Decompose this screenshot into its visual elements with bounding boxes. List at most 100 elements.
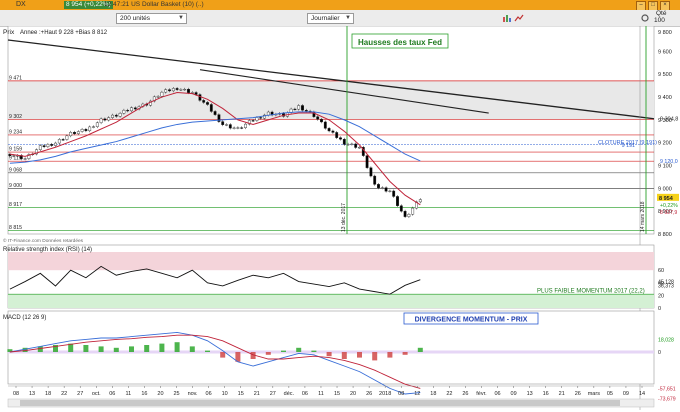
candle-up <box>99 118 103 123</box>
level-label: 9 068 <box>9 167 22 173</box>
candle-down <box>240 127 244 129</box>
settings-icon[interactable] <box>640 13 650 23</box>
candle-up <box>69 132 73 137</box>
candle-down <box>365 155 369 168</box>
candle-up <box>38 145 42 150</box>
chart-area[interactable]: 9 471 9 302 9 234 9 159 9 119 9 068 9 000 8 917… <box>0 25 680 410</box>
x-tick-label: mars <box>588 391 600 397</box>
indicators-icon[interactable] <box>502 13 512 23</box>
candle-down <box>198 94 202 101</box>
candle-down <box>377 184 380 189</box>
candle-up <box>65 135 69 140</box>
x-tick-label: 20 <box>157 391 163 397</box>
candle-down <box>339 137 342 140</box>
x-tick-label: 08 <box>13 391 19 397</box>
candle-down <box>396 196 399 206</box>
candle-down <box>293 108 297 111</box>
x-tick-label: 11 <box>318 391 324 397</box>
candle-up <box>130 107 133 112</box>
macd-right-label: -73,679 <box>658 397 676 403</box>
candle-down <box>133 107 137 110</box>
macd-histogram-bar <box>220 352 226 358</box>
candle-up <box>183 88 187 91</box>
macd-histogram-bar <box>189 346 195 352</box>
qty-label: Qté <box>656 10 667 17</box>
y-tick-label: 9 200 <box>658 141 672 147</box>
candle-down <box>369 167 373 177</box>
x-tick-label: 09 <box>623 391 629 397</box>
instrument-title: 12:47:21 US Dollar Basket (10) (..) <box>104 1 204 8</box>
candle-up <box>88 126 92 132</box>
candle-up <box>255 117 259 121</box>
x-tick-label: 22 <box>61 391 67 397</box>
level-label: 9 119 <box>9 156 22 162</box>
macd-histogram-bar <box>113 347 119 352</box>
macd-histogram-bar <box>341 352 347 359</box>
x-tick-label: déc. <box>284 391 295 397</box>
candle-down <box>206 102 209 105</box>
x-tick-label: 15 <box>238 391 244 397</box>
macd-right-label: -57,651 <box>658 386 676 392</box>
candle-down <box>84 129 88 132</box>
window-title: DX <box>16 1 26 8</box>
x-tick-label: 08 <box>398 391 404 397</box>
candle-down <box>126 109 130 112</box>
candle-down <box>187 88 190 93</box>
candle-up <box>95 122 99 127</box>
compare-icon[interactable] <box>514 13 524 23</box>
rsi-title: Relative strength index (RSI) (14) <box>3 247 92 253</box>
candle-down <box>114 114 118 117</box>
candle-up <box>388 190 392 192</box>
candle-down <box>399 205 403 212</box>
rsi-y-tick: 0 <box>658 306 661 312</box>
candle-down <box>42 145 46 148</box>
candle-down <box>403 210 407 217</box>
qty-value: 100 <box>654 17 665 24</box>
candle-up <box>411 207 415 215</box>
candle-down <box>251 120 255 122</box>
candle-up <box>12 155 16 157</box>
x-tick-label: 18 <box>430 391 436 397</box>
right-label-mm20: 8 927,9 <box>660 210 677 216</box>
level-label: 9 000 <box>9 183 22 189</box>
macd-histogram-bar <box>402 352 408 355</box>
x-tick-label: 12 <box>414 391 420 397</box>
x-tick-label: nov. <box>188 391 198 397</box>
right-label-last: 8 954 <box>659 196 674 202</box>
candle-up <box>111 114 114 118</box>
period-select[interactable]: Journalier ▼ <box>307 13 354 24</box>
y-tick-label: 8 800 <box>658 232 672 238</box>
candle-down <box>213 111 217 115</box>
x-tick-label: 06 <box>302 391 308 397</box>
candle-up <box>350 143 354 145</box>
y-tick-label: 9 600 <box>658 49 672 55</box>
candle-up <box>346 143 350 146</box>
candle-down <box>301 105 304 111</box>
x-tick-label: 20 <box>350 391 356 397</box>
candle-up <box>232 127 236 129</box>
candle-down <box>323 121 327 129</box>
macd-histogram-bar <box>205 350 210 352</box>
period-select-value: Journalier <box>311 15 340 22</box>
level-label: 9 159 <box>9 147 22 153</box>
macd-histogram-bar <box>311 350 317 352</box>
rsi-oversold-zone <box>8 294 654 308</box>
candle-up <box>418 199 422 203</box>
close-2017-annotation: CLOTURE 2017 (9 191) <box>598 140 657 146</box>
chevron-down-icon: ▼ <box>345 15 351 21</box>
candle-up <box>118 113 122 117</box>
range-shade <box>8 80 654 120</box>
macd-right-label: 18,028 <box>658 337 674 343</box>
chart-canvas[interactable]: 9 471 9 302 9 234 9 159 9 119 9 068 9 000 8 917… <box>0 25 680 410</box>
rsi-right-label: 36,373 <box>658 283 674 289</box>
candle-up <box>297 105 301 110</box>
rsi-overbought-zone <box>8 252 654 271</box>
x-tick-label: 18 <box>45 391 51 397</box>
right-label-mm50: 9 120,0 <box>660 159 678 165</box>
candle-down <box>331 130 335 133</box>
scrollbar-thumb[interactable] <box>20 400 620 406</box>
candle-up <box>92 126 95 128</box>
x-tick-label: 06 <box>494 391 500 397</box>
candle-up <box>407 214 411 217</box>
units-select[interactable]: 200 unités ▼ <box>116 13 187 24</box>
